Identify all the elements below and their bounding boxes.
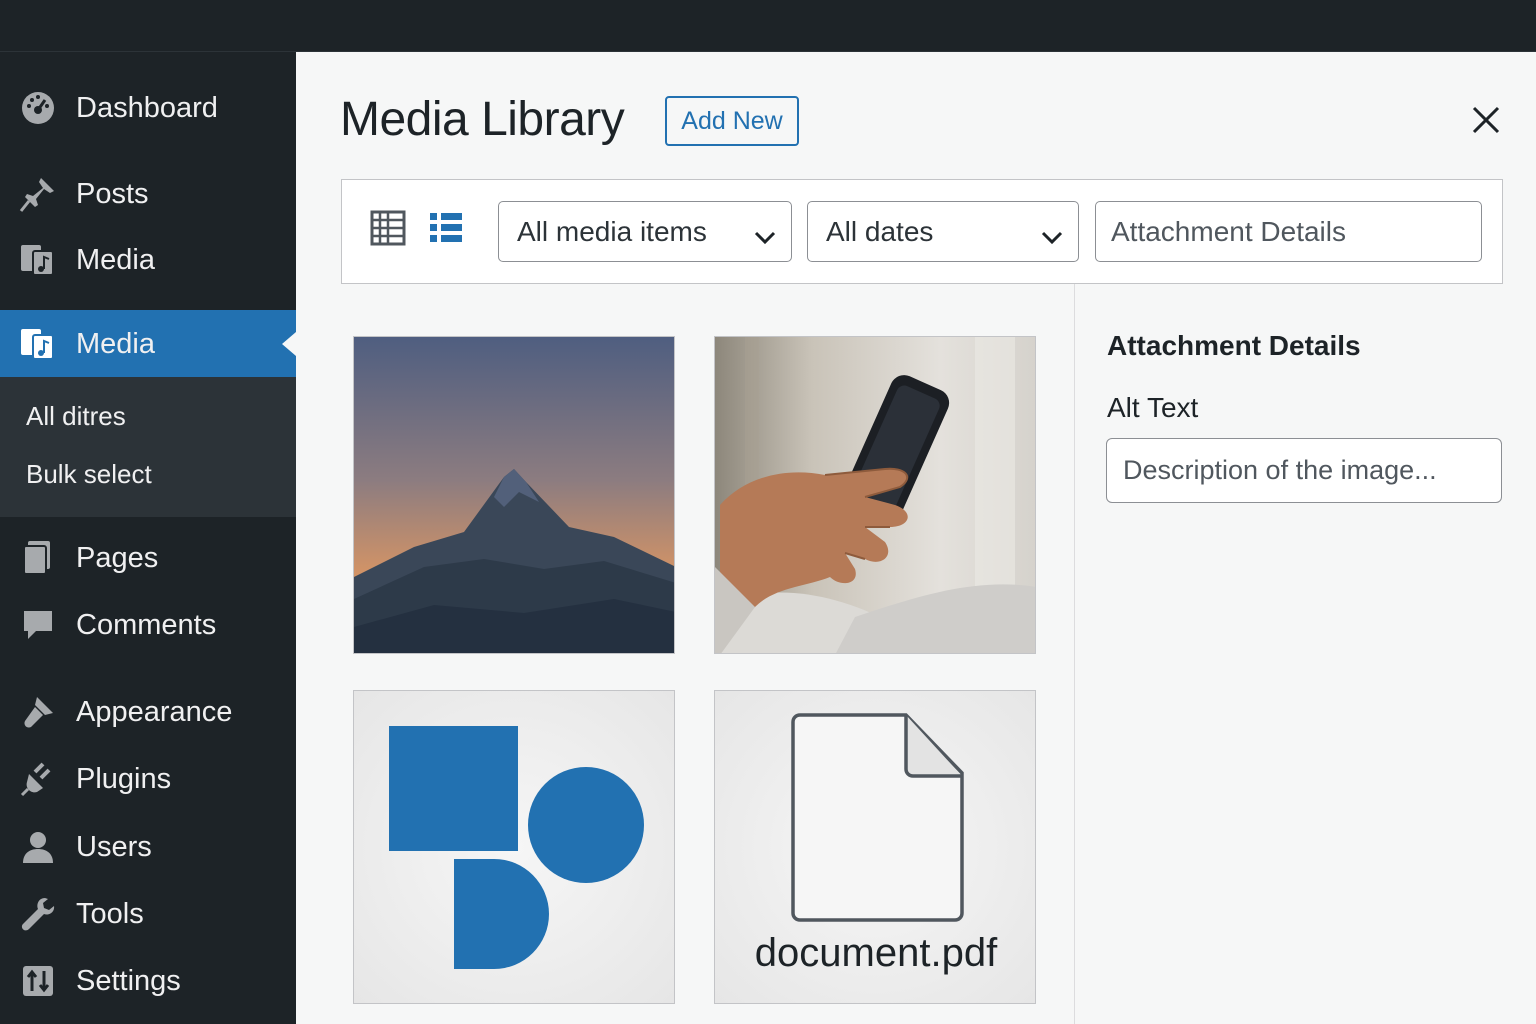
sidebar-item-appearance[interactable]: Appearance: [0, 682, 296, 742]
admin-top-bar: [0, 0, 1536, 52]
settings-icon: [18, 961, 58, 1001]
page-title: Media Library: [340, 93, 625, 146]
media-type-filter[interactable]: All media items: [498, 201, 792, 262]
sidebar-item-comments[interactable]: Comments: [0, 595, 296, 655]
phone-in-hand-image: [715, 337, 1035, 653]
sidebar-item-tools[interactable]: Tools: [0, 884, 296, 944]
grid-view-icon[interactable]: [370, 210, 410, 250]
date-filter[interactable]: All dates: [807, 201, 1079, 262]
media-type-filter-value: All media items: [517, 215, 707, 247]
sidebar-item-label: Users: [76, 830, 152, 863]
pages-icon: [18, 538, 58, 578]
media-item-shapes[interactable]: [353, 690, 675, 1004]
sidebar-item-dashboard[interactable]: Dashboard: [0, 78, 296, 138]
media-item-phone[interactable]: [714, 336, 1036, 654]
sidebar-item-label: Media: [76, 327, 155, 360]
wrench-icon: [18, 894, 58, 934]
alt-text-label: Alt Text: [1107, 392, 1199, 423]
sidebar-item-label: Dashboard: [76, 91, 218, 124]
dashboard-icon: [18, 88, 58, 128]
alt-text-input[interactable]: [1106, 438, 1502, 503]
media-item-document[interactable]: document.pdf: [714, 690, 1036, 1004]
media-item-mountain[interactable]: [353, 336, 675, 654]
brush-icon: [18, 692, 58, 732]
user-icon: [18, 827, 58, 867]
date-filter-value: All dates: [826, 215, 934, 247]
submenu-item-all[interactable]: All ditres: [26, 401, 126, 432]
media-toolbar: All media items All dates: [341, 179, 1503, 284]
submenu-item-bulk-select[interactable]: Bulk select: [26, 459, 152, 490]
close-icon[interactable]: [1464, 98, 1508, 142]
sidebar-item-label: Tools: [76, 897, 144, 930]
sidebar-item-label: Media: [76, 243, 155, 276]
list-view-icon[interactable]: [428, 210, 468, 250]
plug-icon: [18, 759, 58, 799]
sidebar-item-media-active[interactable]: Media: [0, 310, 296, 378]
sidebar-item-plugins[interactable]: Plugins: [0, 749, 296, 809]
media-submenu: All ditres Bulk select: [0, 377, 296, 517]
media-icon: [18, 324, 58, 364]
shapes-image: [389, 726, 644, 969]
sidebar-item-posts[interactable]: Posts: [0, 164, 296, 224]
admin-sidebar: Dashboard Posts Media Media All ditres B…: [0, 52, 296, 1024]
sidebar-item-users[interactable]: Users: [0, 817, 296, 877]
sidebar-item-label: Comments: [76, 608, 217, 641]
sidebar-item-pages[interactable]: Pages: [0, 528, 296, 588]
media-library-modal: Media Library Add New All media items Al…: [296, 52, 1536, 1024]
sidebar-item-media[interactable]: Media: [0, 230, 296, 290]
mountain-image: [354, 337, 674, 653]
panel-divider: [1074, 284, 1075, 1024]
pin-icon: [18, 174, 58, 214]
attachment-details-title: Attachment Details: [1107, 330, 1361, 361]
add-new-button[interactable]: Add New: [665, 96, 799, 146]
media-icon: [18, 240, 58, 280]
search-input[interactable]: [1095, 201, 1482, 262]
sidebar-item-label: Pages: [76, 541, 159, 574]
comment-icon: [18, 605, 58, 645]
sidebar-item-label: Settings: [76, 964, 181, 997]
sidebar-item-settings[interactable]: Settings: [0, 951, 296, 1011]
sidebar-item-label: Posts: [76, 177, 149, 210]
sidebar-item-label: Appearance: [76, 695, 233, 728]
chevron-down-icon: [1040, 222, 1064, 245]
file-name: document.pdf: [754, 931, 998, 975]
chevron-down-icon: [753, 222, 777, 245]
sidebar-item-label: Plugins: [76, 762, 172, 795]
